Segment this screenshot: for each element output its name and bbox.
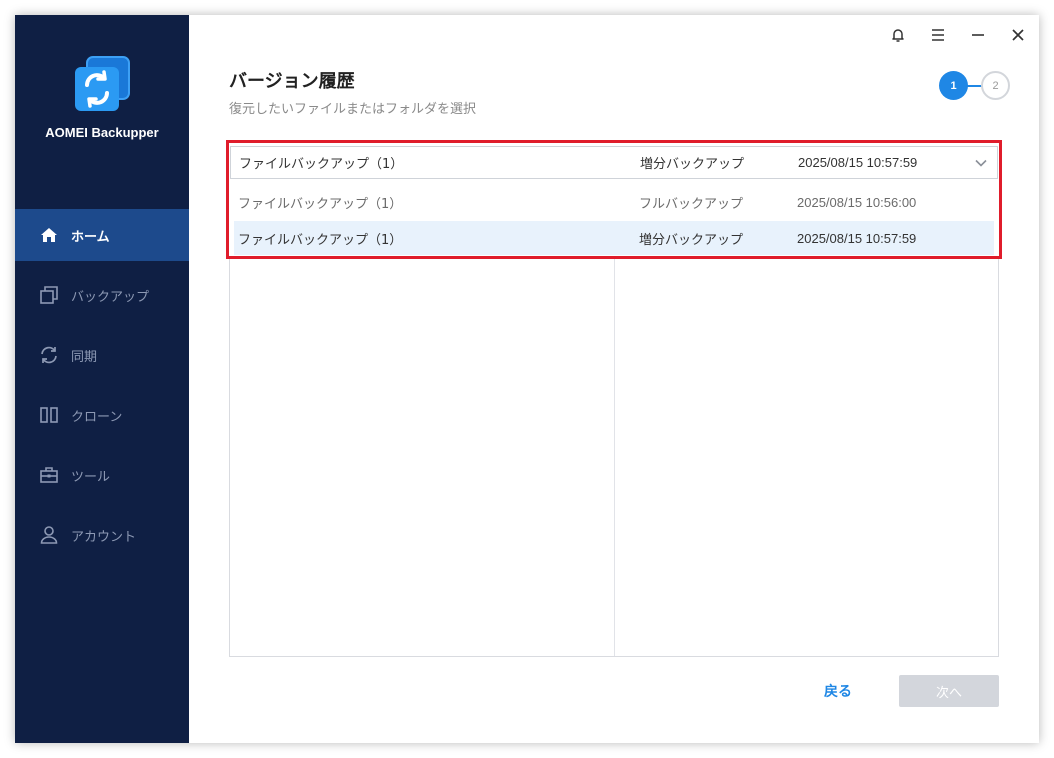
step-indicator: 1 2 <box>939 71 1011 101</box>
app-name: AOMEI Backupper <box>45 125 159 140</box>
home-icon <box>41 228 57 242</box>
bell-icon <box>892 29 904 42</box>
step-2-badge: 2 <box>981 71 1010 100</box>
option-name: ファイルバックアップ（1） <box>238 232 403 248</box>
option-name: ファイルバックアップ（1） <box>238 196 403 212</box>
sidebar-item-sync[interactable]: 同期 <box>15 329 189 381</box>
sync-icon <box>41 346 57 364</box>
sidebar-item-label: ツール <box>71 469 111 485</box>
option-type: 増分バックアップ <box>639 232 744 248</box>
page-subtitle: 復元したいファイルまたはフォルダを選択 <box>229 102 477 117</box>
sidebar: AOMEI Backupper ホーム バックアップ 同期 クローン ツール ア… <box>15 15 189 743</box>
sidebar-item-clone[interactable]: クローン <box>15 389 189 441</box>
toolbox-icon <box>40 467 58 483</box>
sidebar-item-backup[interactable]: バックアップ <box>15 269 189 321</box>
backup-icon <box>40 286 58 304</box>
option-type: フルバックアップ <box>639 196 744 212</box>
sidebar-item-label: 同期 <box>71 349 98 365</box>
version-option-incremental[interactable]: ファイルバックアップ（1） 増分バックアップ 2025/08/15 10:57:… <box>234 221 994 255</box>
sidebar-item-account[interactable]: アカウント <box>15 509 189 561</box>
minimize-icon <box>972 34 984 36</box>
close-icon <box>1012 29 1024 41</box>
sidebar-item-tools[interactable]: ツール <box>15 449 189 501</box>
sidebar-item-home[interactable]: ホーム <box>15 209 189 261</box>
sidebar-item-label: クローン <box>71 409 123 425</box>
back-button[interactable]: 戻る <box>810 681 866 703</box>
version-option-full[interactable]: ファイルバックアップ（1） フルバックアップ 2025/08/15 10:56:… <box>234 185 994 219</box>
page-title: バージョン履歴 <box>229 71 355 92</box>
chevron-down-icon <box>975 159 987 167</box>
option-date: 2025/08/15 10:56:00 <box>797 194 917 210</box>
sidebar-nav: ホーム バックアップ 同期 クローン ツール アカウント <box>15 209 189 569</box>
close-button[interactable] <box>1008 25 1028 45</box>
app-window: AOMEI Backupper ホーム バックアップ 同期 クローン ツール ア… <box>15 15 1039 743</box>
menu-button[interactable] <box>928 25 948 45</box>
version-dropdown-highlight: ファイルバックアップ（1） 増分バックアップ 2025/08/15 10:57:… <box>226 140 1002 259</box>
selected-version-type: 増分バックアップ <box>640 157 745 172</box>
menu-icon <box>932 29 944 41</box>
selected-version-name: ファイルバックアップ（1） <box>239 157 404 172</box>
sidebar-item-label: アカウント <box>71 529 137 545</box>
aomei-logo-icon <box>73 55 131 113</box>
clone-icon <box>40 407 58 423</box>
step-1-badge: 1 <box>939 71 968 100</box>
user-icon <box>40 526 58 544</box>
version-select[interactable]: ファイルバックアップ（1） 増分バックアップ 2025/08/15 10:57:… <box>230 146 998 179</box>
next-button[interactable]: 次へ <box>899 675 999 707</box>
selected-version-date: 2025/08/15 10:57:59 <box>798 155 918 170</box>
sidebar-item-label: ホーム <box>71 229 110 245</box>
sidebar-item-label: バックアップ <box>71 289 150 305</box>
minimize-button[interactable] <box>968 25 988 45</box>
option-date: 2025/08/15 10:57:59 <box>797 230 917 246</box>
notification-button[interactable] <box>888 25 908 45</box>
